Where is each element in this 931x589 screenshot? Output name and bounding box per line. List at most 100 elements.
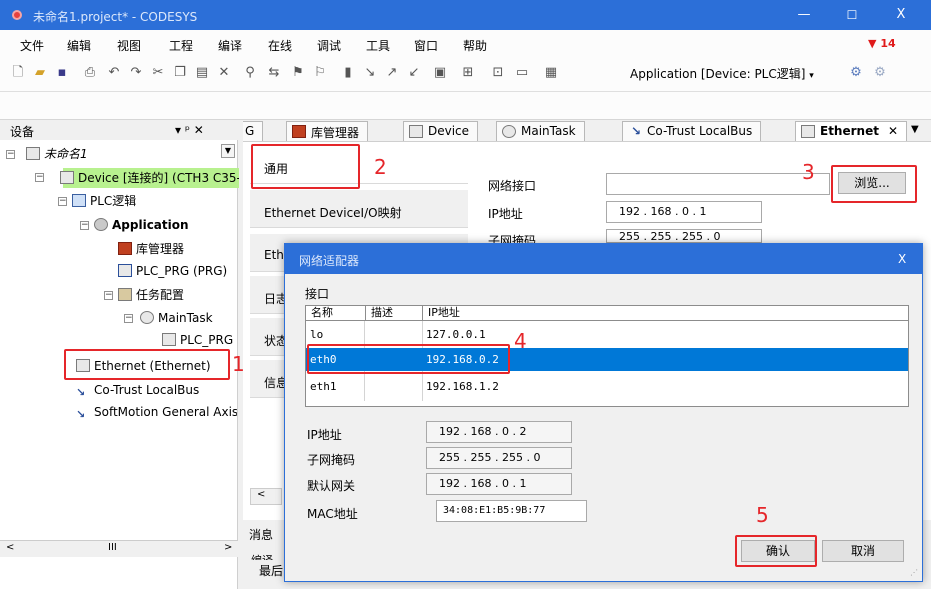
menu-project[interactable]: 工程 <box>169 37 193 54</box>
open-folder-icon[interactable]: ▰ <box>32 65 48 81</box>
paste-icon[interactable]: ▤ <box>194 65 210 81</box>
tree-item-plc-logic[interactable]: PLC逻辑 <box>72 192 136 210</box>
step-over-icon[interactable]: ↗ <box>384 65 400 81</box>
redo-icon[interactable]: ↷ <box>128 65 144 81</box>
collapse-icon[interactable]: − <box>124 314 133 323</box>
menu-edit[interactable]: 编辑 <box>67 37 91 54</box>
tab-ethernet[interactable]: Ethernet ✕ <box>795 121 907 141</box>
active-application-select[interactable]: Application [Device: PLC逻辑] ▾ <box>630 64 826 84</box>
menu-online[interactable]: 在线 <box>268 37 292 54</box>
devices-panel-header: 设备 ▾ ᵖ ✕ <box>0 120 238 140</box>
dialog-mask-field[interactable]: 255 . 255 . 255 . 0 <box>426 447 572 469</box>
tree-item-cotrust-localbus[interactable]: ↘ Co-Trust LocalBus <box>76 381 199 399</box>
menu-window[interactable]: 窗口 <box>414 37 438 54</box>
replace-icon[interactable]: ⇆ <box>266 65 282 81</box>
tab-cotrust-localbus[interactable]: ↘ Co-Trust LocalBus <box>622 121 762 141</box>
dialog-gateway-label: 默认网关 <box>307 479 356 493</box>
menu-view[interactable]: 视图 <box>117 37 141 54</box>
page-icon[interactable]: ▭ <box>514 65 530 81</box>
editor-scroll-left-icon[interactable]: < <box>250 488 282 505</box>
resize-grip-icon[interactable]: ⋰ <box>910 568 918 577</box>
tab-overflow[interactable]: G <box>243 121 264 141</box>
subnet-mask-field[interactable]: 255 . 255 . 255 . 0 <box>606 229 762 243</box>
column-header-name[interactable]: 名称 <box>306 306 366 321</box>
side-tab-io-mapping[interactable]: Ethernet DeviceI/O映射 <box>250 190 468 228</box>
tree-item-maintask[interactable]: MainTask <box>140 309 213 327</box>
dialog-close-button[interactable]: X <box>898 252 906 266</box>
tree-item-plc-prg[interactable]: PLC_PRG (PRG) <box>118 262 227 280</box>
flag-count: 14 <box>880 37 896 50</box>
dialog-gateway-field[interactable]: 192 . 168 . 0 . 1 <box>426 473 572 495</box>
tree-item-softmotion[interactable]: ↘ SoftMotion General Axis Po <box>76 403 237 421</box>
collapse-icon[interactable]: − <box>6 150 15 159</box>
collapse-icon[interactable]: − <box>104 291 113 300</box>
devices-horizontal-scrollbar[interactable]: < III > <box>0 540 238 557</box>
ip-address-field[interactable]: 192 . 168 . 0 . 1 <box>606 201 762 223</box>
network-interface-field[interactable] <box>606 173 830 195</box>
tree-item-label: 任务配置 <box>136 288 185 302</box>
device-icon <box>409 125 423 138</box>
delete-icon[interactable]: ✕ <box>216 65 232 81</box>
dialog-ip-field[interactable]: 192 . 168 . 0 . 2 <box>426 421 572 443</box>
menu-tools[interactable]: 工具 <box>366 37 390 54</box>
breakpoint-icon[interactable]: ▮ <box>340 65 356 81</box>
collapse-icon[interactable]: − <box>35 173 44 182</box>
annotation-box-2 <box>251 144 360 189</box>
message-flag[interactable]: ▼ 14 <box>868 37 896 50</box>
add-object-icon[interactable]: ⊞ <box>460 65 476 81</box>
interface-row[interactable]: lo 127.0.0.1 <box>306 323 908 346</box>
column-header-description[interactable]: 描述 <box>366 306 423 321</box>
cut-icon[interactable]: ✂ <box>150 65 166 81</box>
menu-build[interactable]: 编译 <box>218 37 242 54</box>
tab-label: Ethernet <box>820 124 879 138</box>
find-icon[interactable]: ⚲ <box>242 65 258 81</box>
column-header-ip[interactable]: IP地址 <box>423 306 908 321</box>
minimize-button[interactable]: — <box>786 0 822 30</box>
tab-device[interactable]: Device <box>403 121 479 141</box>
tabs-dropdown-icon[interactable]: ▼ <box>911 124 919 135</box>
menu-file[interactable]: 文件 <box>20 37 44 54</box>
copy-icon[interactable]: ❐ <box>172 65 188 81</box>
bookmark-next-icon[interactable]: ⚐ <box>312 65 328 81</box>
collapse-icon[interactable]: − <box>80 221 89 230</box>
interface-row[interactable]: eth1 192.168.1.2 <box>306 375 908 398</box>
step-out-icon[interactable]: ↙ <box>406 65 422 81</box>
step-icon[interactable]: ↘ <box>362 65 378 81</box>
tab-library-manager[interactable]: 库管理器 <box>286 121 369 141</box>
tree-item-library-manager[interactable]: 库管理器 <box>118 240 184 258</box>
tree-item-application[interactable]: Application <box>94 216 189 234</box>
scroll-right-icon[interactable]: > <box>224 542 232 553</box>
collapse-icon[interactable]: − <box>58 197 67 206</box>
tree-item-label: 库管理器 <box>136 242 185 256</box>
dialog-mac-field[interactable]: 34:08:E1:B5:9B:77 <box>436 500 587 522</box>
undo-icon[interactable]: ↶ <box>106 65 122 81</box>
tree-item-task-config[interactable]: 任务配置 <box>118 286 184 304</box>
tree-item-task-plc-prg[interactable]: PLC_PRG <box>162 331 236 349</box>
save-icon[interactable]: ▪ <box>54 65 70 81</box>
add-folder-icon[interactable]: ⊡ <box>490 65 506 81</box>
menu-help[interactable]: 帮助 <box>463 37 487 54</box>
scroll-left-icon[interactable]: < <box>6 542 14 553</box>
scroll-thumb[interactable]: III <box>108 542 117 553</box>
network-interface-label: 网络接口 <box>488 179 537 193</box>
tab-maintask[interactable]: MainTask <box>496 121 585 141</box>
tree-item-device[interactable]: Device [连接的] (CTH3 C35-00 <box>60 169 239 187</box>
tab-close-icon[interactable]: ✕ <box>888 124 898 138</box>
maximize-button[interactable]: ☐ <box>834 0 870 30</box>
login-icon[interactable]: ⚙ <box>848 65 864 81</box>
task-icon <box>140 311 154 324</box>
device-icon[interactable]: ▣ <box>432 65 448 81</box>
logout-icon[interactable]: ⚙ <box>872 65 888 81</box>
bookmark-icon[interactable]: ⚑ <box>290 65 306 81</box>
panel-pin-close-icons[interactable]: ▾ ᵖ ✕ <box>175 123 204 137</box>
print-icon[interactable]: ⎙ <box>82 65 98 81</box>
window-icon[interactable]: ▦ <box>543 65 559 81</box>
panel-dropdown-icon[interactable]: ▼ <box>221 144 235 158</box>
tree-item-project[interactable]: 未命名1 <box>26 145 88 163</box>
close-button[interactable]: X <box>883 0 919 30</box>
new-file-icon[interactable]: 🗋 <box>10 65 26 81</box>
cancel-button[interactable]: 取消 <box>822 540 904 562</box>
task-config-icon <box>118 288 132 301</box>
menu-debug[interactable]: 调试 <box>317 37 341 54</box>
title-bar: 未命名1.project* - CODESYS — ☐ X <box>0 0 931 30</box>
